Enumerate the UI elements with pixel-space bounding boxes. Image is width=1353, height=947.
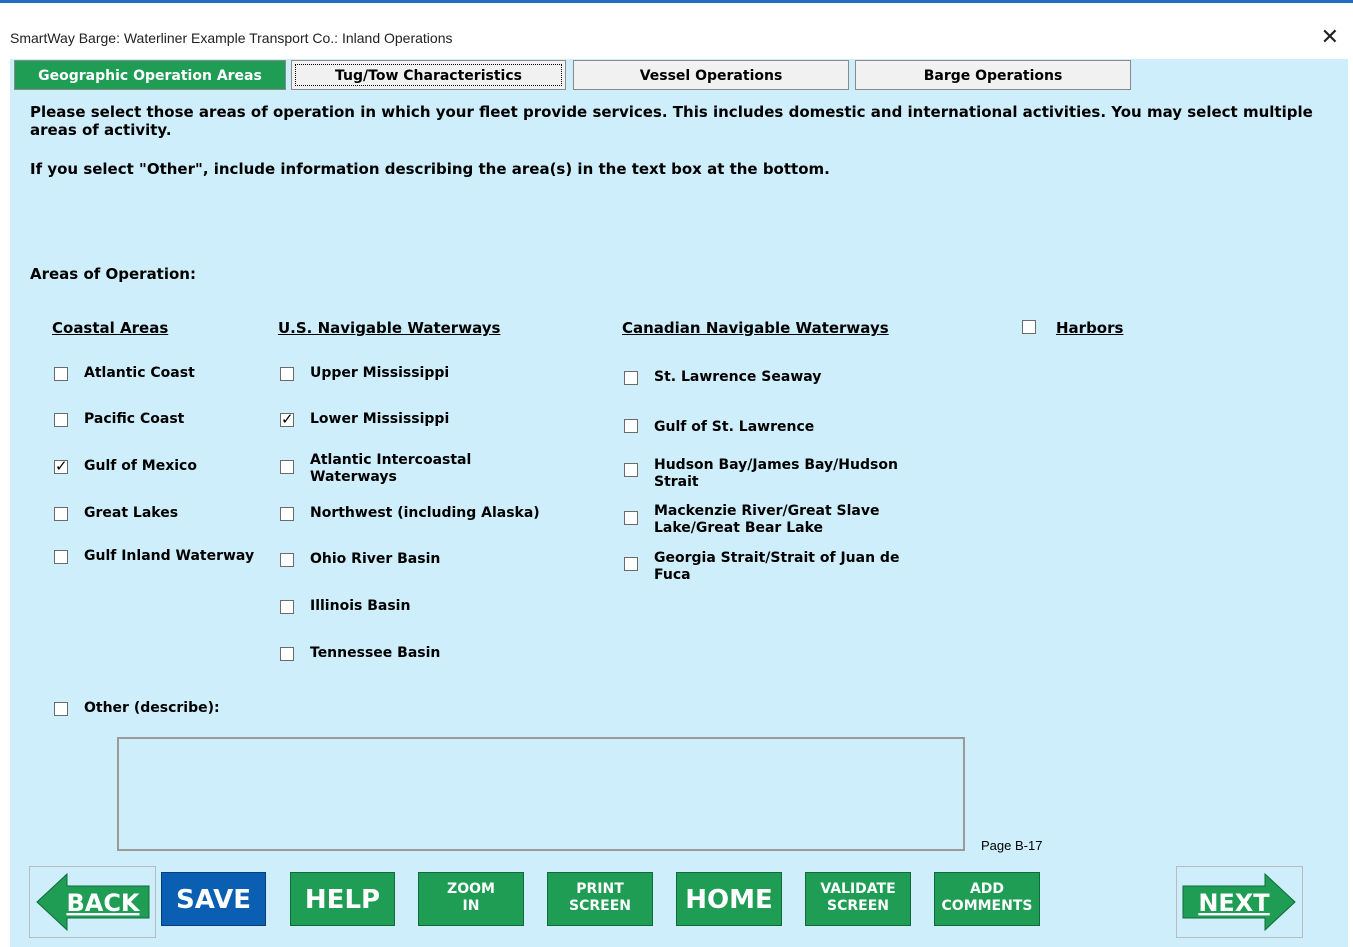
other-instructions-text: If you select "Other", include informati… — [30, 160, 830, 178]
geographic-operation-panel: Please select those areas of operation i… — [10, 91, 1348, 947]
lower-mississippi-checkbox[interactable]: ✓ — [280, 410, 294, 428]
back-label: BACK — [66, 889, 140, 917]
us-waterways-heading: U.S. Navigable Waterways — [278, 319, 501, 337]
gulf-inland-waterway-label: Gulf Inland Waterway — [84, 548, 255, 564]
atlantic-intercoastal-checkbox[interactable] — [280, 460, 294, 474]
help-label: HELP — [304, 885, 381, 915]
back-button[interactable]: BACK — [29, 866, 156, 938]
next-button[interactable]: NEXT — [1176, 866, 1303, 938]
tab-geographic-operation-areas[interactable]: Geographic Operation Areas — [14, 60, 286, 90]
tab-label: Geographic Operation Areas — [38, 68, 262, 84]
coastal-areas-heading: Coastal Areas — [52, 319, 169, 337]
harbors-checkbox[interactable] — [1022, 320, 1036, 334]
tennessee-basin-checkbox[interactable] — [280, 647, 294, 661]
northwest-label: Northwest (including Alaska) — [310, 505, 540, 521]
validate-label-line2: SCREEN — [827, 898, 889, 914]
add-comments-button[interactable]: ADD COMMENTS — [934, 872, 1040, 926]
pacific-coast-checkbox[interactable] — [54, 413, 68, 427]
st-lawrence-seaway-label: St. Lawrence Seaway — [654, 369, 822, 385]
ohio-river-basin-label: Ohio River Basin — [310, 551, 441, 567]
canadian-waterways-heading: Canadian Navigable Waterways — [622, 319, 889, 337]
upper-mississippi-label: Upper Mississippi — [310, 365, 450, 381]
upper-mississippi-checkbox[interactable] — [280, 367, 294, 381]
st-lawrence-seaway-checkbox[interactable] — [624, 371, 638, 385]
save-label: SAVE — [176, 885, 251, 915]
print-label-line1: PRINT — [576, 881, 624, 897]
print-label-line2: SCREEN — [569, 898, 631, 914]
hudson-bay-label: Hudson Bay/James Bay/Hudson Strait — [654, 457, 898, 490]
save-button[interactable]: SAVE — [161, 872, 266, 926]
close-icon[interactable]: ✕ — [1321, 25, 1339, 50]
page-number: Page B-17 — [981, 838, 1043, 853]
checkmark-icon: ✓ — [281, 410, 294, 428]
home-label: HOME — [685, 885, 773, 915]
hudson-bay-checkbox[interactable] — [624, 463, 638, 477]
zoom-label-line1: ZOOM — [447, 881, 495, 897]
other-checkbox[interactable] — [54, 702, 68, 716]
other-label: Other (describe): — [84, 700, 220, 716]
checkmark-icon: ✓ — [55, 457, 68, 475]
tab-label: Vessel Operations — [639, 68, 783, 84]
home-button[interactable]: HOME — [676, 872, 782, 926]
georgia-strait-checkbox[interactable] — [624, 557, 638, 571]
ohio-river-basin-checkbox[interactable] — [280, 553, 294, 567]
atlantic-coast-checkbox[interactable] — [54, 367, 68, 381]
title-bar: SmartWay Barge: Waterliner Example Trans… — [0, 20, 1353, 58]
help-button[interactable]: HELP — [290, 872, 395, 926]
validate-screen-button[interactable]: VALIDATE SCREEN — [805, 872, 911, 926]
atlantic-coast-label: Atlantic Coast — [84, 365, 195, 381]
other-description-textbox[interactable] — [117, 737, 965, 851]
instructions-text: Please select those areas of operation i… — [30, 103, 1313, 139]
gulf-of-mexico-checkbox[interactable]: ✓ — [54, 457, 68, 475]
gulf-inland-waterway-checkbox[interactable] — [54, 550, 68, 564]
illinois-basin-label: Illinois Basin — [310, 598, 411, 614]
gulf-of-st-lawrence-label: Gulf of St. Lawrence — [654, 419, 815, 435]
great-lakes-checkbox[interactable] — [54, 507, 68, 521]
comments-label-line2: COMMENTS — [941, 898, 1033, 914]
comments-label-line1: ADD — [969, 881, 1005, 897]
tab-label: Tug/Tow Characteristics — [335, 68, 522, 84]
tennessee-basin-label: Tennessee Basin — [310, 645, 441, 661]
next-label: NEXT — [1198, 889, 1270, 917]
lower-mississippi-label: Lower Mississippi — [310, 411, 450, 427]
tab-label: Barge Operations — [923, 68, 1063, 84]
zoom-label-line2: IN — [462, 898, 480, 914]
illinois-basin-checkbox[interactable] — [280, 600, 294, 614]
gulf-of-st-lawrence-checkbox[interactable] — [624, 419, 638, 433]
validate-label-line1: VALIDATE — [820, 881, 896, 897]
window-top-border — [0, 0, 1353, 3]
georgia-strait-label: Georgia Strait/Strait of Juan de Fuca — [654, 550, 900, 583]
mackenzie-river-label: Mackenzie River/Great Slave Lake/Great B… — [654, 503, 880, 536]
atlantic-intercoastal-label: Atlantic Intercoastal Waterways — [310, 452, 472, 485]
pacific-coast-label: Pacific Coast — [84, 411, 185, 427]
mackenzie-river-checkbox[interactable] — [624, 511, 638, 525]
print-screen-button[interactable]: PRINT SCREEN — [547, 872, 653, 926]
northwest-checkbox[interactable] — [280, 507, 294, 521]
tab-tug-tow-characteristics[interactable]: Tug/Tow Characteristics — [291, 60, 566, 90]
window-title: SmartWay Barge: Waterliner Example Trans… — [10, 30, 453, 46]
zoom-in-button[interactable]: ZOOM IN — [418, 872, 524, 926]
tab-vessel-operations[interactable]: Vessel Operations — [573, 60, 849, 90]
tab-strip: Geographic Operation Areas Tug/Tow Chara… — [10, 59, 1348, 91]
harbors-heading: Harbors — [1056, 319, 1124, 337]
tab-barge-operations[interactable]: Barge Operations — [855, 60, 1131, 90]
gulf-of-mexico-label: Gulf of Mexico — [84, 458, 197, 474]
great-lakes-label: Great Lakes — [84, 505, 179, 521]
areas-of-operation-label: Areas of Operation: — [30, 265, 196, 283]
